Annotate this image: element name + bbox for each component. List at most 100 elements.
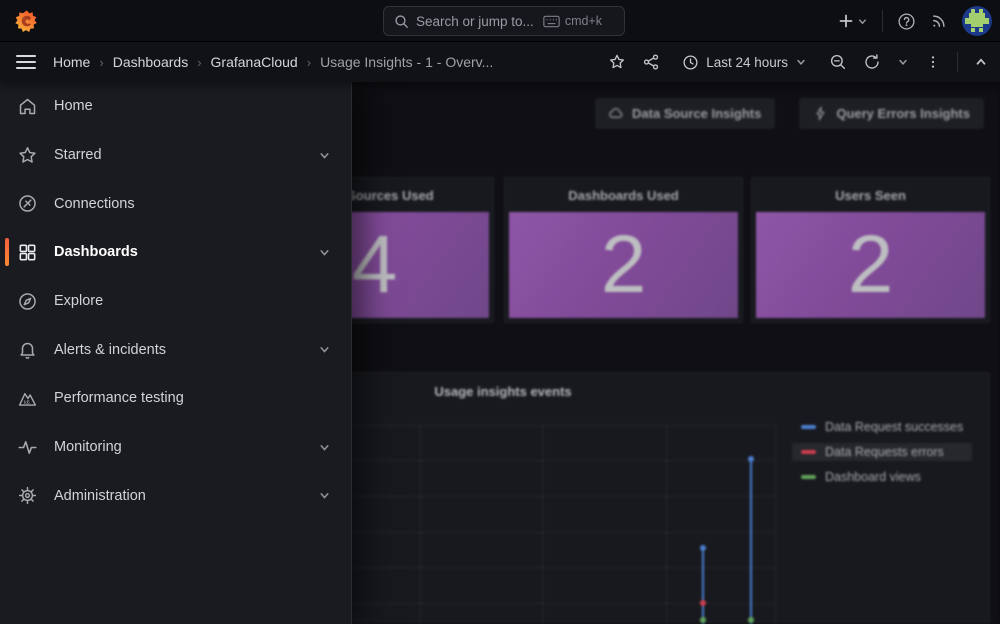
refresh-interval-dropdown[interactable] bbox=[897, 56, 909, 68]
zoom-out-icon bbox=[829, 53, 847, 71]
dashboard-more-menu[interactable] bbox=[925, 54, 941, 70]
breadcrumb-dashboards[interactable]: Dashboards bbox=[113, 54, 189, 70]
mega-menu-drawer: Home Starred Connections Dashboards bbox=[0, 82, 352, 624]
breadcrumb-bar: Home › Dashboards › GrafanaCloud › Usage… bbox=[0, 42, 1000, 82]
share-icon bbox=[642, 53, 660, 71]
sidebar-item-label: Alerts & incidents bbox=[54, 342, 166, 358]
breadcrumb-home[interactable]: Home bbox=[53, 54, 90, 70]
star-icon bbox=[608, 53, 626, 71]
svg-text:k6: k6 bbox=[24, 400, 30, 406]
sidebar-item-label: Home bbox=[54, 98, 93, 114]
home-icon bbox=[16, 96, 38, 117]
connections-icon bbox=[16, 193, 38, 214]
chevron-down-icon[interactable] bbox=[318, 489, 331, 502]
sidebar-item-connections[interactable]: Connections bbox=[0, 179, 351, 228]
compass-icon bbox=[16, 291, 38, 312]
query-errors-insights-link[interactable]: Query Errors Insights bbox=[799, 98, 984, 129]
series-spike-successes-1 bbox=[702, 548, 704, 624]
data-point-views bbox=[748, 617, 754, 623]
sidebar-item-monitoring[interactable]: Monitoring bbox=[0, 423, 351, 472]
share-dashboard-button[interactable] bbox=[642, 53, 660, 71]
bell-icon bbox=[16, 339, 38, 360]
link-label: Data Source Insights bbox=[632, 106, 761, 121]
chevron-down-icon[interactable] bbox=[318, 441, 331, 454]
help-button[interactable] bbox=[897, 12, 916, 31]
panel-title[interactable]: Dashboards Used bbox=[505, 178, 742, 212]
chevron-down-icon[interactable] bbox=[318, 343, 331, 356]
stat-body: 2 bbox=[756, 212, 985, 318]
search-shortcut: cmd+k bbox=[543, 14, 602, 28]
gridline bbox=[542, 425, 543, 624]
top-actions bbox=[838, 0, 992, 42]
data-source-insights-link[interactable]: Data Source Insights bbox=[595, 98, 775, 129]
sidebar-item-starred[interactable]: Starred bbox=[0, 131, 351, 180]
refresh-button[interactable] bbox=[863, 53, 881, 71]
legend-label: Data Requests errors bbox=[825, 445, 944, 459]
legend-item-data-requests-errors[interactable]: Data Requests errors bbox=[792, 443, 972, 461]
help-icon bbox=[897, 12, 916, 31]
rss-icon bbox=[930, 12, 948, 30]
grafana-logo[interactable] bbox=[13, 7, 41, 35]
breadcrumb-current-dashboard: Usage Insights - 1 - Overv... bbox=[320, 54, 493, 70]
legend-item-dashboard-views[interactable]: Dashboard views bbox=[792, 468, 972, 486]
new-menu-button[interactable] bbox=[838, 13, 868, 29]
star-dashboard-button[interactable] bbox=[608, 53, 626, 71]
clock-icon bbox=[682, 54, 699, 71]
chart-legend: Data Request successes Data Requests err… bbox=[792, 418, 972, 486]
chevron-down-icon bbox=[857, 16, 868, 27]
legend-label: Data Request successes bbox=[825, 420, 963, 434]
zoom-out-time-button[interactable] bbox=[829, 53, 847, 71]
sidebar-item-label: Dashboards bbox=[54, 244, 138, 260]
sidebar-item-label: Performance testing bbox=[54, 390, 184, 406]
legend-swatch bbox=[801, 425, 816, 429]
collapse-toolbar-button[interactable] bbox=[974, 55, 988, 69]
divider bbox=[957, 52, 958, 72]
bolt-icon bbox=[813, 106, 828, 121]
time-range-picker[interactable]: Last 24 hours bbox=[682, 54, 807, 71]
top-bar: Search or jump to... cmd+k bbox=[0, 0, 1000, 42]
sidebar-item-label: Explore bbox=[54, 293, 103, 309]
sidebar-item-alerts-incidents[interactable]: Alerts & incidents bbox=[0, 325, 351, 374]
data-point-errors bbox=[700, 600, 706, 606]
series-spike-successes-2 bbox=[750, 459, 752, 624]
chevron-down-icon[interactable] bbox=[318, 246, 331, 259]
user-avatar[interactable] bbox=[962, 6, 992, 36]
stat-value: 2 bbox=[848, 224, 894, 306]
breadcrumb-grafanacloud[interactable]: GrafanaCloud bbox=[211, 54, 298, 70]
plus-icon bbox=[838, 13, 854, 29]
stat-value: 2 bbox=[601, 224, 647, 306]
mega-menu-toggle[interactable] bbox=[16, 55, 36, 69]
cloud-icon bbox=[609, 106, 624, 121]
dashboard-actions: Last 24 hours bbox=[608, 42, 988, 82]
sidebar-item-label: Connections bbox=[54, 196, 135, 212]
news-button[interactable] bbox=[930, 12, 948, 30]
active-indicator bbox=[5, 238, 9, 266]
panel-title[interactable]: Users Seen bbox=[752, 178, 989, 212]
legend-label: Dashboard views bbox=[825, 470, 921, 484]
sidebar-item-dashboards[interactable]: Dashboards bbox=[0, 228, 351, 277]
data-point-successes bbox=[748, 456, 754, 462]
gridline bbox=[666, 425, 667, 624]
chevron-right-icon: › bbox=[197, 55, 201, 70]
chevron-right-icon: › bbox=[99, 55, 103, 70]
time-range-label: Last 24 hours bbox=[706, 55, 788, 70]
keyboard-icon bbox=[543, 15, 560, 28]
sidebar-item-home[interactable]: Home bbox=[0, 82, 351, 131]
legend-swatch bbox=[801, 450, 816, 454]
search-input[interactable]: Search or jump to... cmd+k bbox=[383, 6, 625, 36]
refresh-icon bbox=[863, 53, 881, 71]
data-point-views bbox=[700, 617, 706, 623]
breadcrumb: Home › Dashboards › GrafanaCloud › Usage… bbox=[53, 54, 493, 70]
stat-body: 2 bbox=[509, 212, 738, 318]
chevron-down-icon[interactable] bbox=[318, 149, 331, 162]
search-placeholder: Search or jump to... bbox=[416, 14, 534, 29]
search-icon bbox=[394, 14, 409, 29]
sidebar-item-explore[interactable]: Explore bbox=[0, 277, 351, 326]
sidebar-item-label: Monitoring bbox=[54, 439, 122, 455]
divider bbox=[882, 10, 883, 32]
star-icon bbox=[16, 145, 38, 166]
legend-item-data-request-successes[interactable]: Data Request successes bbox=[792, 418, 972, 436]
sidebar-item-administration[interactable]: Administration bbox=[0, 472, 351, 521]
sidebar-item-performance-testing[interactable]: k6 Performance testing bbox=[0, 374, 351, 423]
dashboard-links-row: Data Source Insights Query Errors Insigh… bbox=[595, 98, 984, 129]
